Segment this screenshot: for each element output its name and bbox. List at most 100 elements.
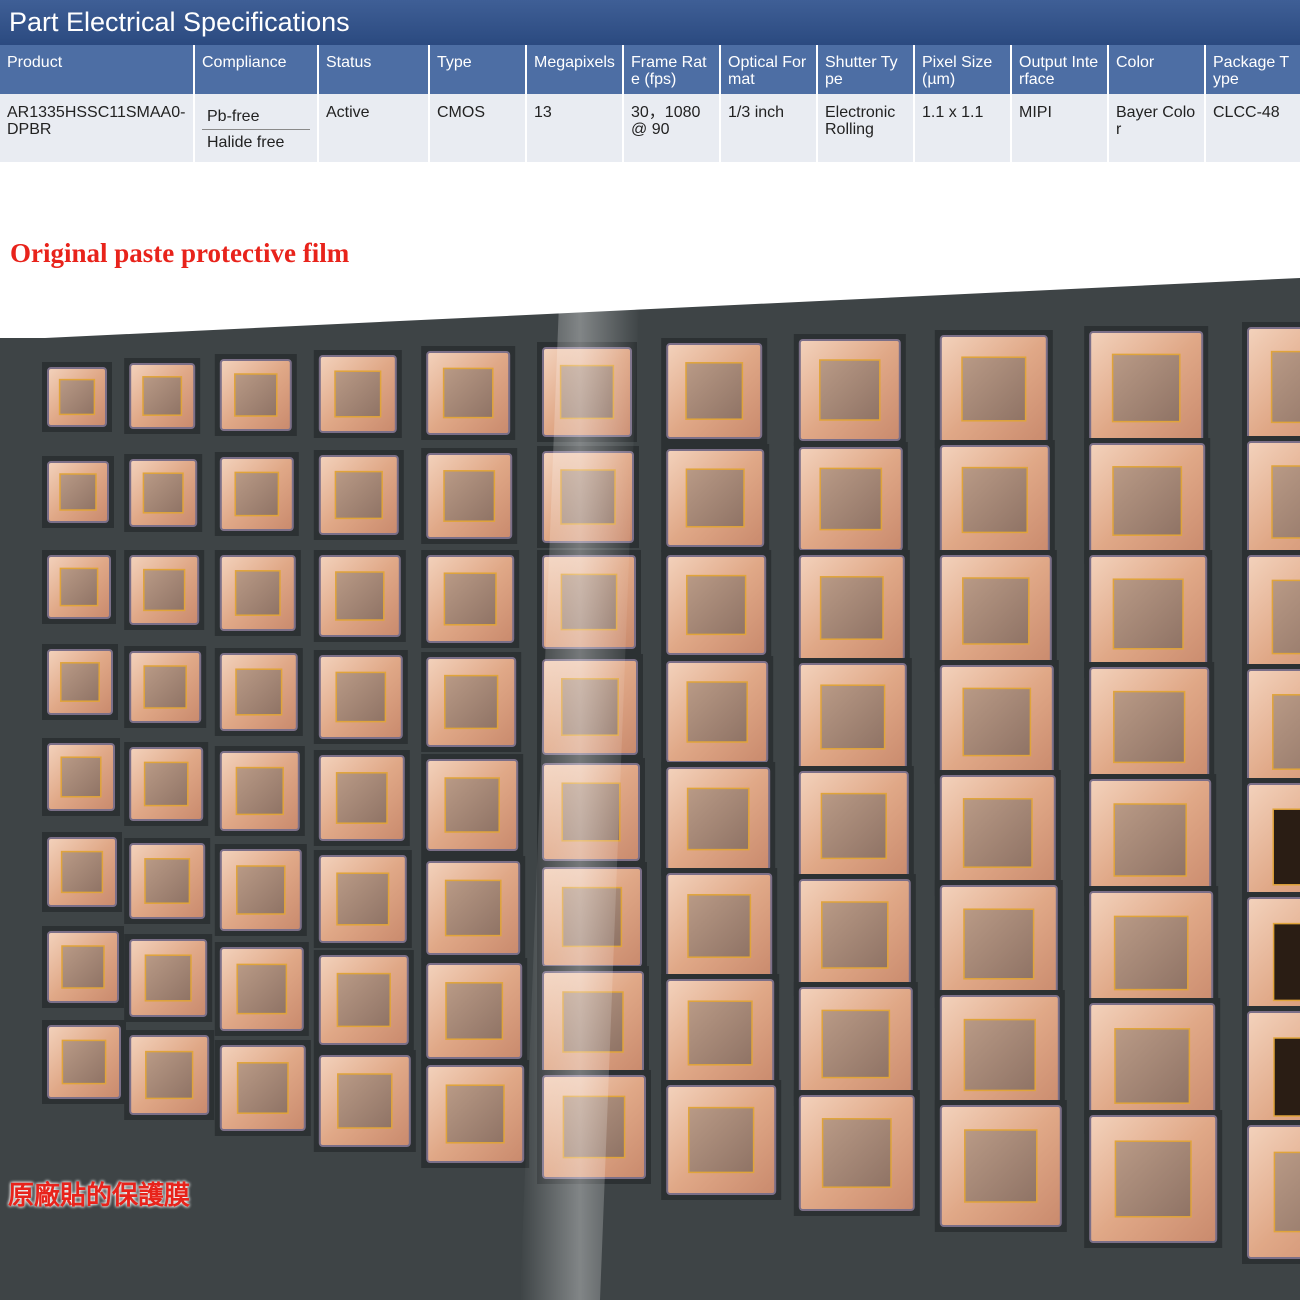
sensor-chip: [793, 334, 906, 446]
sensor-chip: [1242, 322, 1300, 452]
sensor-chip: [313, 450, 404, 540]
sensor-chip: [42, 362, 112, 432]
sensor-grid: [42, 322, 1300, 1264]
sensor-chip: [793, 982, 918, 1106]
cell-optical-format: 1/3 inch: [720, 94, 818, 162]
sensor-chip: [934, 660, 1059, 784]
sensor-chip: [42, 550, 116, 624]
spec-table: Product Compliance Status Type Megapixel…: [0, 45, 1300, 162]
sensor-chip: [793, 550, 910, 666]
sensor-chip: [214, 452, 299, 536]
sensor-chip: [1084, 326, 1209, 450]
sensor-chip: [934, 880, 1063, 1008]
sensor-chip: [421, 550, 520, 648]
cell-megapixels: 13: [526, 94, 624, 162]
protective-film-caption: Original paste protective film: [10, 238, 350, 268]
sensor-chip: [421, 448, 518, 544]
sensor-chip: [793, 766, 914, 886]
sensor-chip: [42, 456, 114, 528]
sensor-chip: [42, 832, 122, 912]
sensor-chip: [124, 550, 205, 630]
sensor-chip: [793, 1090, 920, 1216]
col-header-megapixels: Megapixels: [526, 45, 624, 94]
col-header-optical-format: Optical Format: [720, 45, 818, 94]
sensor-chip: [1084, 662, 1215, 792]
sensor-chip: [1084, 550, 1213, 678]
sensor-chip: [421, 958, 528, 1064]
table-header-row: Product Compliance Status Type Megapixel…: [0, 45, 1300, 94]
sensor-chip: [313, 1050, 416, 1152]
sensor-chip: [42, 644, 118, 720]
sensor-chip: [793, 442, 908, 556]
sensor-chip: [124, 646, 207, 728]
sensor-chip: [313, 750, 410, 846]
compliance-pb-free: Pb-free: [207, 108, 260, 125]
sensor-chip: [214, 648, 303, 736]
sensor-chip: [934, 1100, 1067, 1232]
col-header-type: Type: [429, 45, 527, 94]
sensor-chip: [214, 844, 307, 936]
sensor-chip: [124, 1030, 215, 1120]
sensor-chip: [1242, 1120, 1300, 1264]
cell-pixel-size: 1.1 x 1.1: [914, 94, 1012, 162]
cell-shutter-type: Electronic Rolling: [817, 94, 915, 162]
sensor-chip: [421, 754, 524, 856]
sensor-chip: [313, 350, 402, 438]
sensor-tray-photo: [0, 278, 1300, 1300]
sensor-chip: [42, 738, 120, 816]
col-header-product: Product: [0, 45, 195, 94]
sensor-chip: [421, 652, 522, 752]
protective-film-caption-chinese: 原廠貼的保護膜: [8, 1181, 191, 1211]
sensor-chip: [661, 1080, 782, 1200]
sensor-chip: [313, 850, 412, 948]
sensor-chip: [42, 926, 124, 1008]
sensor-chip: [1084, 1110, 1223, 1248]
col-header-shutter-type: Shutter Type: [817, 45, 915, 94]
spec-title-bar: Part Electrical Specifications: [0, 0, 1300, 45]
col-header-pixel-size: Pixel Size (µm): [914, 45, 1012, 94]
col-header-frame-rate: Frame Rate (fps): [623, 45, 721, 94]
sensor-chip: [124, 838, 211, 924]
sensor-chip: [1242, 436, 1300, 568]
table-row: AR1335HSSC11SMAA0-DPBR Pb-free Halide fr…: [0, 94, 1300, 162]
sensor-chip: [313, 650, 408, 744]
cell-compliance: Pb-free Halide free: [194, 94, 319, 162]
col-header-compliance: Compliance: [194, 45, 319, 94]
sensor-chip: [661, 550, 772, 660]
sensor-chip: [661, 656, 774, 768]
page-title: Part Electrical Specifications: [9, 7, 350, 37]
col-header-output-interface: Output Interface: [1011, 45, 1109, 94]
sensor-chip: [934, 550, 1057, 672]
sensor-chip: [42, 1020, 126, 1104]
sensor-chip: [661, 338, 768, 444]
sensor-chip: [661, 762, 776, 876]
sensor-chip: [214, 942, 309, 1036]
sensor-chip: [421, 856, 526, 960]
col-header-color: Color: [1108, 45, 1206, 94]
cell-color: Bayer Color: [1108, 94, 1206, 162]
cell-package-type: CLCC-48: [1205, 94, 1300, 162]
sensor-chip: [124, 358, 201, 434]
sensor-chip: [214, 1040, 311, 1136]
sensor-chip: [661, 868, 778, 984]
sensor-chip: [124, 742, 209, 826]
sensor-chip: [793, 874, 916, 996]
cell-output-interface: MIPI: [1011, 94, 1109, 162]
sensor-chip: [421, 1060, 530, 1168]
cell-product: AR1335HSSC11SMAA0-DPBR: [0, 94, 195, 162]
sensor-chip: [661, 444, 770, 552]
sensor-chip: [214, 354, 297, 436]
sensor-chip: [421, 346, 516, 440]
sensor-chip: [934, 770, 1061, 896]
sensor-chip: [313, 950, 414, 1050]
sensor-chip: [214, 550, 301, 636]
sensor-chip: [934, 330, 1053, 448]
compliance-halide-free: Halide free: [202, 129, 310, 153]
sensor-chip: [934, 440, 1055, 560]
sensor-chip: [661, 974, 780, 1092]
sensor-chip: [214, 746, 305, 836]
cell-frame-rate: 30，1080 @ 90: [623, 94, 721, 162]
col-header-status: Status: [318, 45, 430, 94]
cell-type: CMOS: [429, 94, 527, 162]
sensor-tray-image: [0, 278, 1300, 1300]
